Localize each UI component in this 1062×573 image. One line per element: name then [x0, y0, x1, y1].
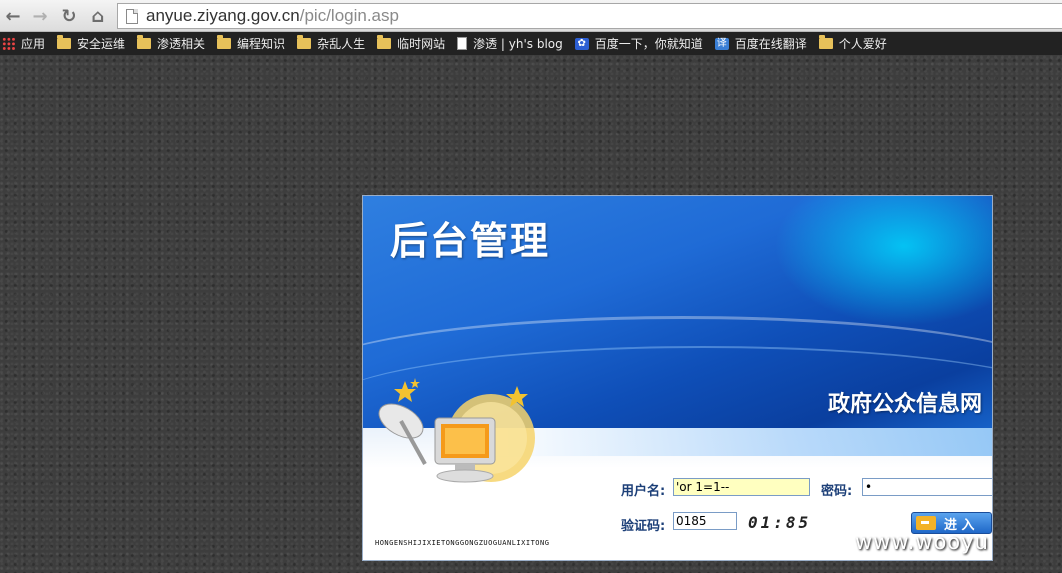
- bookmark-label: 杂乱人生: [317, 37, 366, 51]
- site-name: 政府公众信息网: [827, 391, 982, 417]
- bookmark-label: 渗透相关: [157, 37, 206, 51]
- footer-caption: HONGENSHIJIXIETONGGONGZUOGUANLIXITONG: [375, 539, 550, 547]
- folder-icon: [377, 35, 392, 49]
- bookmarks-bar: 应用 安全运维 渗透相关 编程知识 杂乱人生 临时网站 渗透 | yh's bl…: [0, 32, 1062, 55]
- bookmark-link[interactable]: 译百度在线翻译: [714, 35, 807, 52]
- bookmark-folder[interactable]: 安全运维: [57, 35, 125, 52]
- bookmark-label: 临时网站: [397, 37, 446, 51]
- browser-toolbar: ← → ↻ ⌂ anyue.ziyang.gov.cn/pic/login.as…: [0, 0, 1062, 32]
- page-title: 后台管理: [390, 218, 551, 263]
- bookmark-label: 百度在线翻译: [734, 37, 807, 51]
- bookmark-label: 渗透 | yh's blog: [473, 37, 563, 51]
- bookmark-apps[interactable]: 应用: [2, 35, 45, 52]
- forward-arrow-icon[interactable]: →: [29, 5, 51, 27]
- password-input[interactable]: •: [862, 478, 992, 496]
- watermark: www.wooyu: [855, 530, 989, 554]
- url-host: anyue.ziyang.gov.cn: [146, 6, 300, 25]
- baidu-paw-icon: ✿: [574, 37, 589, 50]
- satellite-computer-icon: [378, 378, 535, 483]
- bookmark-label: 百度一下，你就知道: [594, 37, 703, 51]
- bookmark-label: 应用: [21, 37, 46, 51]
- folder-icon: [297, 35, 312, 49]
- bookmark-label: 编程知识: [237, 37, 286, 51]
- folder-icon: [818, 35, 833, 49]
- bookmark-folder[interactable]: 杂乱人生: [297, 35, 365, 52]
- folder-icon: [57, 35, 72, 49]
- bookmark-label: 个人爱好: [838, 37, 887, 51]
- bookmark-folder[interactable]: 个人爱好: [818, 35, 887, 52]
- reload-icon[interactable]: ↻: [58, 5, 80, 27]
- translate-icon: 译: [714, 37, 729, 50]
- captcha-image[interactable]: 01:85: [748, 513, 811, 532]
- login-panel: 后台管理 政府公众信息网 用户名: 'or 1=1-- 密码: • 验证码: 0…: [362, 195, 993, 561]
- username-input[interactable]: 'or 1=1--: [673, 478, 810, 496]
- home-icon[interactable]: ⌂: [87, 5, 109, 27]
- page-icon: [457, 37, 468, 50]
- gradient-stripe: [483, 428, 992, 456]
- username-label: 用户名:: [621, 484, 666, 499]
- url-text: anyue.ziyang.gov.cn/pic/login.asp: [146, 6, 399, 26]
- bookmark-link[interactable]: 渗透 | yh's blog: [457, 35, 563, 52]
- captcha-input[interactable]: 0185: [673, 512, 737, 530]
- bookmark-folder[interactable]: 临时网站: [377, 35, 445, 52]
- folder-icon: [137, 35, 152, 49]
- back-arrow-icon[interactable]: ←: [2, 5, 24, 27]
- bookmark-link[interactable]: ✿ 百度一下，你就知道: [574, 35, 703, 52]
- page-icon: [126, 8, 138, 24]
- password-label: 密码:: [821, 484, 853, 499]
- key-icon: [916, 516, 936, 530]
- apps-icon: [2, 37, 15, 50]
- address-bar[interactable]: anyue.ziyang.gov.cn/pic/login.asp: [117, 3, 1062, 29]
- url-path: /pic/login.asp: [299, 6, 399, 25]
- bookmark-label: 安全运维: [77, 37, 126, 51]
- captcha-label: 验证码:: [621, 519, 666, 534]
- bookmark-folder[interactable]: 渗透相关: [137, 35, 205, 52]
- folder-icon: [217, 35, 232, 49]
- bookmark-folder[interactable]: 编程知识: [217, 35, 285, 52]
